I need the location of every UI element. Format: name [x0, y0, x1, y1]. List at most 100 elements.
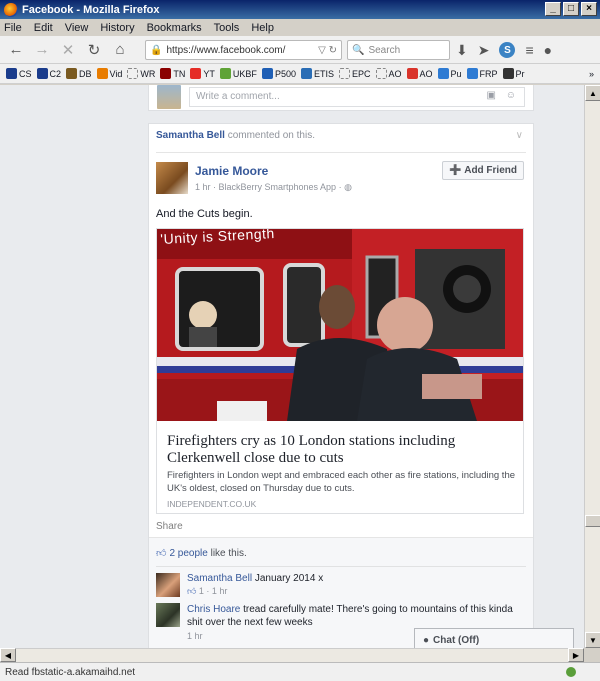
menu-file[interactable]: File: [4, 22, 22, 34]
bookmark-item[interactable]: TN: [160, 68, 185, 79]
bookmark-item[interactable]: AO: [406, 68, 433, 79]
bookmark-favicon-icon: [375, 68, 387, 79]
scroll-right-arrow-icon[interactable]: ▶: [568, 648, 584, 662]
bookmark-item[interactable]: ETIS: [300, 68, 334, 79]
forward-arrow-icon[interactable]: →: [32, 40, 52, 60]
s-extension-icon[interactable]: S: [499, 42, 516, 58]
stop-icon[interactable]: ✕: [58, 40, 78, 60]
bookmark-item[interactable]: UKBF: [219, 68, 257, 79]
vertical-scrollbar[interactable]: ▲ ▼: [584, 85, 600, 648]
bookmark-item[interactable]: C2: [36, 68, 62, 79]
post-photo[interactable]: 'Unity is Strength: [157, 229, 523, 421]
menu-bookmarks[interactable]: Bookmarks: [147, 22, 202, 34]
horizontal-scrollbar[interactable]: ◀ ▶: [0, 648, 584, 662]
bookmark-item[interactable]: YT: [190, 68, 215, 79]
navigation-toolbar: ← → ✕ ↻ ⌂ 🔒 https://www.facebook.com/ ▽ …: [0, 36, 600, 64]
bookmark-favicon-icon: [6, 68, 17, 79]
bookmark-item[interactable]: FRP: [466, 68, 498, 79]
bookmarks-overflow-icon[interactable]: »: [589, 69, 594, 79]
comment-author-link[interactable]: Samantha Bell: [187, 573, 252, 584]
menu-history[interactable]: History: [100, 22, 134, 34]
chat-bubble-icon[interactable]: ●: [544, 42, 552, 59]
link-preview[interactable]: 'Unity is Strength Firefighters cry as 1…: [156, 228, 524, 514]
scroll-left-arrow-icon[interactable]: ◀: [0, 648, 16, 662]
add-friend-button[interactable]: ➕ Add Friend: [442, 161, 524, 180]
download-icon[interactable]: ⬇: [456, 42, 468, 59]
bookmark-item[interactable]: DB: [66, 68, 92, 79]
likes-text: like this.: [207, 548, 247, 559]
bookmark-item[interactable]: Vid: [96, 68, 122, 79]
activity-user-link[interactable]: Samantha Bell: [156, 130, 225, 141]
share-link[interactable]: Share: [156, 521, 183, 532]
lock-icon: 🔒: [150, 44, 163, 56]
bookmark-item[interactable]: Pr: [502, 68, 525, 79]
chevron-down-icon[interactable]: ∨: [516, 130, 523, 141]
comment-input[interactable]: Write a comment... ▣ ☺: [189, 87, 525, 107]
bookmark-label: Pu: [450, 68, 462, 79]
minimize-button[interactable]: _: [545, 2, 561, 16]
menu-help[interactable]: Help: [251, 22, 274, 34]
menu-view[interactable]: View: [65, 22, 89, 34]
search-placeholder: Search: [368, 44, 401, 56]
emoji-icon[interactable]: ☺: [506, 90, 516, 101]
bookmark-favicon-icon: [66, 68, 78, 79]
bookmark-favicon-icon: [96, 68, 108, 79]
bookmark-item[interactable]: WR: [127, 68, 155, 79]
camera-icon[interactable]: ▣: [487, 90, 496, 101]
url-bar[interactable]: 🔒 https://www.facebook.com/ ▽ ↻: [145, 40, 342, 60]
link-title[interactable]: Firefighters cry as 10 London stations i…: [167, 433, 517, 467]
comment-meta: 1 hr: [187, 631, 203, 641]
menu-edit[interactable]: Edit: [34, 22, 53, 34]
bookmark-label: WR: [140, 68, 156, 79]
avatar: [157, 85, 181, 109]
search-input[interactable]: 🔍 Search: [347, 40, 450, 60]
add-friend-label: Add Friend: [464, 165, 517, 176]
bookmark-label: AO: [388, 68, 402, 79]
author-name-link[interactable]: Jamie Moore: [195, 164, 268, 178]
comment-author-link[interactable]: Chris Hoare: [187, 604, 240, 615]
status-text: Read fbstatic-a.akamaihd.net: [5, 666, 136, 678]
menu-hamburger-icon[interactable]: ≡: [525, 42, 533, 59]
like-thumb-icon: 👍︎: [156, 548, 167, 559]
bookmarks-toolbar: CS C2 DB Vid WR TN YT UKBF P500 ETIS EPC AO AO Pu FRP P…: [0, 64, 600, 84]
chat-label: Chat (Off): [433, 635, 480, 646]
scrollbar-corner: [584, 648, 600, 662]
bookmark-favicon-icon: [406, 68, 418, 79]
bookmark-item[interactable]: EPC: [338, 68, 371, 79]
status-addon-icon[interactable]: [566, 667, 576, 677]
like-thumb-icon[interactable]: 👍︎: [187, 586, 196, 596]
url-dropdown-refresh-icon[interactable]: ▽ ↻: [318, 45, 337, 56]
comment-placeholder: Write a comment...: [196, 91, 280, 102]
maximize-button[interactable]: □: [563, 2, 579, 16]
home-icon[interactable]: ⌂: [110, 40, 130, 60]
firefox-icon: [4, 2, 18, 17]
comment-composer: Write a comment... ▣ ☺: [148, 85, 534, 111]
scroll-down-arrow-icon[interactable]: ▼: [585, 632, 600, 648]
bookmark-label: C2: [49, 68, 62, 79]
bookmark-item[interactable]: P500: [261, 68, 296, 79]
link-domain: INDEPENDENT.CO.UK: [167, 499, 257, 509]
reload-icon[interactable]: ↻: [84, 40, 104, 60]
menu-tools[interactable]: Tools: [214, 22, 240, 34]
divider: [156, 152, 526, 153]
comment: Chris Hoare tread carefully mate! There'…: [187, 603, 517, 629]
send-icon[interactable]: ➤: [478, 42, 490, 59]
author-avatar[interactable]: [156, 162, 188, 194]
scroll-thumb[interactable]: [585, 515, 600, 527]
window-title: Facebook - Mozilla Firefox: [22, 3, 160, 16]
likes-count-link[interactable]: 2 people: [169, 548, 207, 559]
menu-bar: File Edit View History Bookmarks Tools H…: [0, 19, 600, 36]
page-viewport: Write a comment... ▣ ☺ Samantha Bell com…: [0, 85, 584, 648]
comment-avatar[interactable]: [156, 573, 180, 597]
post-meta-text: 1 hr · BlackBerry Smartphones App ·: [195, 182, 345, 192]
bookmark-favicon-icon: [338, 68, 350, 79]
bookmark-label: EPC: [351, 68, 371, 79]
close-button[interactable]: ×: [581, 2, 597, 16]
scroll-up-arrow-icon[interactable]: ▲: [585, 85, 600, 101]
bookmark-item[interactable]: Pu: [437, 68, 462, 79]
bookmark-item[interactable]: AO: [375, 68, 402, 79]
bookmark-label: P500: [274, 68, 296, 79]
back-arrow-icon[interactable]: ←: [6, 40, 26, 60]
comment-avatar[interactable]: [156, 603, 180, 627]
bookmark-item[interactable]: CS: [6, 68, 32, 79]
